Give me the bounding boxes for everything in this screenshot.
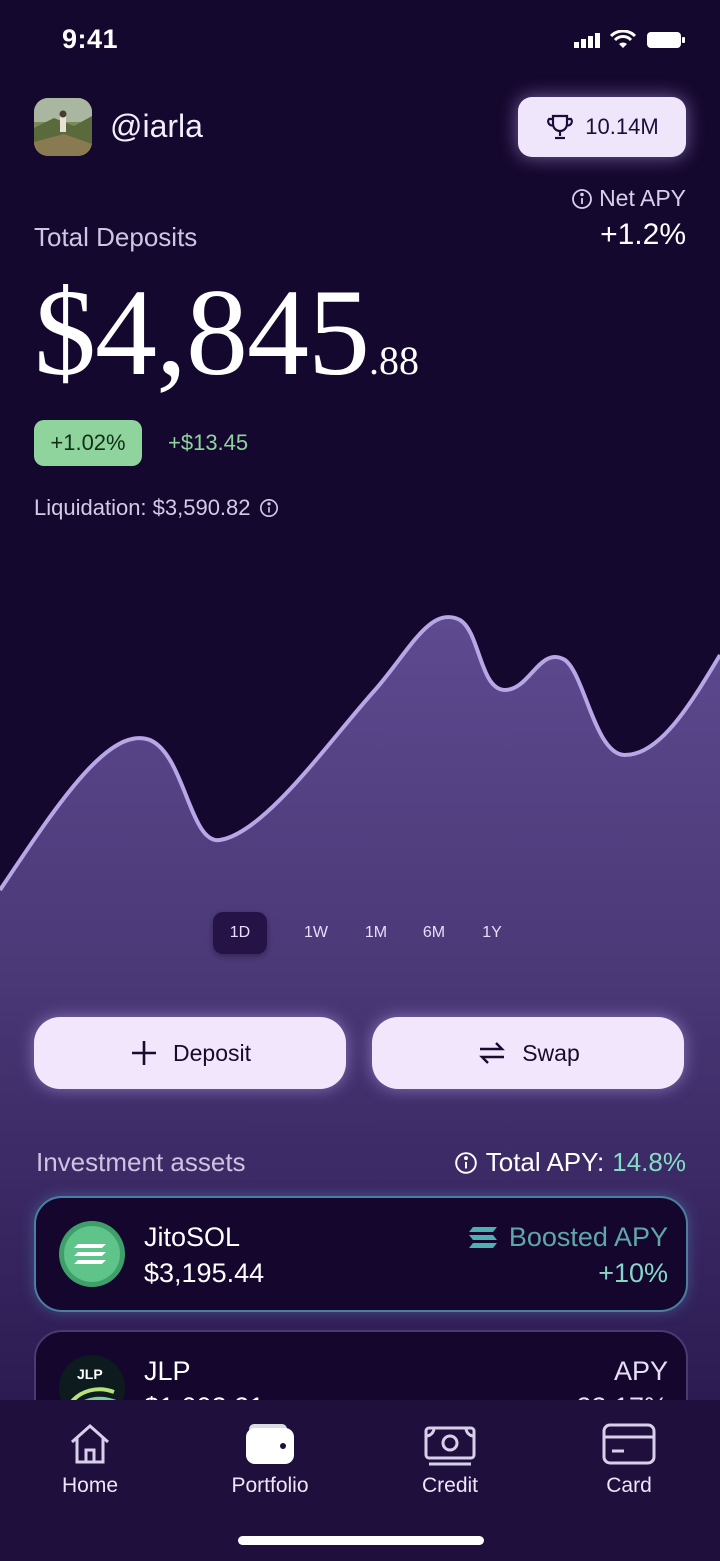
banknote-icon: [424, 1426, 476, 1466]
plus-icon: [132, 1041, 156, 1065]
range-tab-1d[interactable]: 1D: [213, 912, 267, 954]
status-time: 9:41: [62, 24, 119, 54]
points-value: 10.14M: [585, 114, 659, 139]
nav-item-card[interactable]: Card: [569, 1420, 689, 1498]
net-apy-value: +1.2%: [600, 218, 686, 251]
range-tab-1w[interactable]: 1W: [296, 912, 336, 954]
nav-item-portfolio[interactable]: Portfolio: [210, 1420, 330, 1498]
status-icons: [574, 30, 686, 50]
asset-card-jitosol[interactable]: JitoSOL $3,195.44 Boosted APY +10%: [34, 1196, 688, 1312]
total-apy-value: 14.8%: [612, 1147, 686, 1177]
range-tab-1m[interactable]: 1M: [356, 912, 396, 954]
info-icon: [454, 1151, 477, 1174]
nav-label: Portfolio: [231, 1474, 309, 1497]
total-apy[interactable]: Total APY: 14.8%: [454, 1147, 686, 1178]
avatar[interactable]: [34, 98, 92, 156]
username[interactable]: @iarla: [110, 108, 203, 145]
asset-name: JitoSOL: [144, 1222, 241, 1252]
asset-name: JLP: [144, 1356, 191, 1386]
battery-icon: [647, 32, 685, 48]
range-tab-6m[interactable]: 6M: [414, 912, 454, 954]
total-deposits-label: Total Deposits: [34, 222, 198, 252]
nav-label: Home: [61, 1474, 119, 1497]
change-absolute: +$13.45: [168, 430, 249, 455]
total-apy-label: Total APY:: [485, 1147, 605, 1177]
deposit-button[interactable]: Deposit: [34, 1017, 346, 1089]
trophy-icon: [547, 114, 574, 140]
range-tab-1y[interactable]: 1Y: [472, 912, 512, 954]
home-indicator[interactable]: [238, 1536, 484, 1545]
investment-assets-title: Investment assets: [36, 1147, 246, 1177]
wifi-icon: [610, 30, 636, 48]
liquidation-info[interactable]: Liquidation: $3,590.82: [34, 495, 279, 521]
home-icon: [71, 1423, 109, 1464]
jitosol-icon: [59, 1221, 125, 1287]
nav-item-credit[interactable]: Credit: [390, 1420, 510, 1498]
total-deposits-amount: $4,845.88: [34, 262, 419, 404]
nav-item-home[interactable]: Home: [30, 1420, 150, 1498]
swap-icon: [479, 1042, 506, 1064]
info-icon: [259, 499, 278, 517]
apy-label: Boosted APY: [508, 1222, 668, 1252]
card-icon: [602, 1423, 656, 1465]
signal-icon: [574, 33, 600, 48]
wallet-icon: [246, 1424, 294, 1464]
deposit-label: Deposit: [173, 1039, 251, 1066]
nav-label: Card: [606, 1474, 652, 1497]
solana-icon: [468, 1226, 497, 1248]
amount-cents: .88: [369, 338, 419, 383]
asset-value: $3,195.44: [144, 1258, 265, 1288]
swap-label: Swap: [522, 1039, 580, 1066]
net-apy-label-text: Net APY: [599, 185, 686, 211]
liquidation-text: Liquidation: $3,590.82: [34, 495, 251, 520]
amount-main: $4,845: [34, 264, 370, 401]
boosted-apy: Boosted APY: [467, 1222, 668, 1253]
points-button[interactable]: 10.14M: [518, 97, 686, 157]
swap-button[interactable]: Swap: [372, 1017, 684, 1089]
nav-label: Credit: [421, 1474, 479, 1497]
change-percent-badge: +1.02%: [34, 420, 142, 466]
jlp-icon-text: JLP: [77, 1366, 103, 1382]
apy-label: APY: [613, 1356, 668, 1386]
net-apy-label[interactable]: Net APY: [571, 185, 686, 212]
apy-value: +10%: [598, 1258, 668, 1288]
info-icon: [572, 188, 592, 209]
